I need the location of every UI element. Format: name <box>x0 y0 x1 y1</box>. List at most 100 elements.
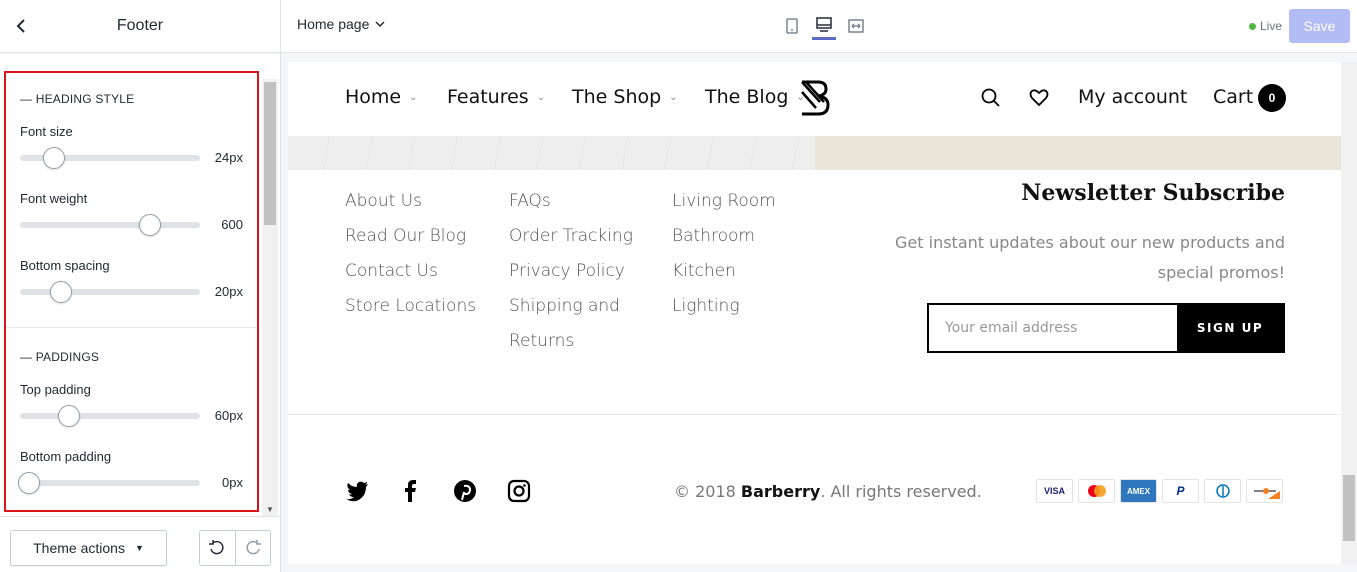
paddings-title: — PADDINGS <box>20 350 100 364</box>
nav-features[interactable]: Features ⌄ <box>447 86 545 108</box>
save-button[interactable]: Save <box>1289 9 1350 43</box>
chevron-down-icon: ⌄ <box>409 91 418 103</box>
desktop-view-button[interactable] <box>812 12 836 40</box>
footer-link[interactable]: About Us <box>345 184 476 219</box>
slider-thumb[interactable] <box>18 472 40 494</box>
paypal-icon: P <box>1162 479 1199 503</box>
brand-name: Barberry <box>740 482 821 501</box>
store-preview: Home ⌄ Features ⌄ The Shop ⌄ The Blog ⌄ My a… <box>288 62 1341 564</box>
discover-icon <box>1246 479 1283 503</box>
heading-style-title: — HEADING STYLE <box>20 92 135 106</box>
footer-link[interactable]: Contact Us <box>345 254 476 289</box>
font-weight-value: 600 <box>221 217 243 232</box>
redo-button[interactable] <box>234 531 271 565</box>
cart-link[interactable]: Cart <box>1213 86 1253 108</box>
footer-links-help: FAQs Order Tracking Privacy Policy Shipp… <box>509 184 633 359</box>
font-size-value: 24px <box>214 150 243 165</box>
desktop-icon <box>816 16 832 32</box>
font-weight-label: Font weight <box>20 191 88 206</box>
nav-home[interactable]: Home ⌄ <box>345 86 418 108</box>
social-links <box>345 479 531 503</box>
footer-link[interactable]: Shipping and <box>509 289 633 324</box>
footer-link[interactable]: FAQs <box>509 184 633 219</box>
facebook-icon[interactable] <box>399 479 423 503</box>
mobile-icon <box>786 18 798 34</box>
footer-link[interactable]: Returns <box>509 324 633 359</box>
bottom-spacing-value: 20px <box>214 284 243 299</box>
top-padding-value: 60px <box>214 408 243 423</box>
nav-the-shop-label: The Shop <box>572 86 662 108</box>
footer-link[interactable]: Store Locations <box>345 289 476 324</box>
amex-icon: AMEX <box>1120 479 1157 503</box>
bottom-padding-slider[interactable] <box>18 472 200 494</box>
footer-link[interactable]: Kitchen <box>672 254 776 289</box>
top-bar: Footer Home page Live Save <box>0 0 1357 53</box>
font-size-slider[interactable] <box>20 147 200 169</box>
theme-actions-button[interactable]: Theme actions ▼ <box>10 530 167 566</box>
mobile-view-button[interactable] <box>780 12 804 40</box>
slider-thumb[interactable] <box>50 281 73 303</box>
top-padding-label: Top padding <box>20 382 91 397</box>
banner-image-left <box>288 136 815 170</box>
sidebar-footer: Theme actions ▼ <box>0 516 280 572</box>
nav-the-shop[interactable]: The Shop ⌄ <box>572 86 678 108</box>
theme-actions-label: Theme actions <box>33 540 125 556</box>
live-dot-icon <box>1249 22 1256 30</box>
font-weight-slider[interactable] <box>20 214 200 236</box>
email-input[interactable] <box>929 305 1177 351</box>
top-padding-slider[interactable] <box>20 405 200 427</box>
expand-icon <box>848 19 864 33</box>
sign-up-button[interactable]: SIGN UP <box>1177 305 1283 351</box>
scroll-down-icon[interactable]: ▼ <box>264 504 276 516</box>
newsletter-form: SIGN UP <box>927 303 1285 353</box>
sidebar: — HEADING STYLE Font size 24px Font weig… <box>0 54 280 572</box>
undo-button[interactable] <box>200 531 235 565</box>
banner-image-right <box>815 136 1341 170</box>
cart-count-badge[interactable]: 0 <box>1258 84 1286 112</box>
footer-link[interactable]: Bathroom <box>672 219 776 254</box>
my-account-link[interactable]: My account <box>1078 86 1187 108</box>
nav-the-blog[interactable]: The Blog ⌄ <box>705 86 805 108</box>
sidebar-scroll-thumb[interactable] <box>264 82 276 225</box>
page-selector[interactable]: Home page <box>297 16 385 32</box>
page-selector-label: Home page <box>297 16 370 32</box>
caret-down-icon: ▼ <box>134 543 144 553</box>
copyright-prefix: © 2018 <box>674 482 741 501</box>
font-size-label: Font size <box>20 124 73 139</box>
undo-redo-group <box>199 530 271 566</box>
footer-divider <box>288 414 1341 415</box>
copyright-suffix: . All rights reserved. <box>820 482 982 501</box>
fullscreen-view-button[interactable] <box>844 12 868 40</box>
slider-thumb[interactable] <box>57 405 80 427</box>
live-label: Live <box>1260 19 1283 33</box>
pinterest-icon[interactable] <box>453 479 477 503</box>
store-nav: Home ⌄ Features ⌄ The Shop ⌄ The Blog ⌄ My a… <box>288 62 1341 136</box>
footer-link[interactable]: Living Room <box>672 184 776 219</box>
footer-link[interactable]: Order Tracking <box>509 219 633 254</box>
footer-link[interactable]: Read Our Blog <box>345 219 476 254</box>
nav-home-label: Home <box>345 86 402 108</box>
slider-thumb[interactable] <box>138 214 161 236</box>
bottom-spacing-slider[interactable] <box>20 281 200 303</box>
slider-thumb[interactable] <box>43 147 66 169</box>
footer-links-company: About Us Read Our Blog Contact Us Store … <box>345 184 476 324</box>
chevron-down-icon: ⌄ <box>536 91 546 103</box>
footer-link[interactable]: Privacy Policy <box>509 254 633 289</box>
heart-icon[interactable] <box>1029 88 1049 108</box>
preview-scroll-thumb[interactable] <box>1343 475 1355 541</box>
barberry-logo-icon[interactable] <box>796 78 832 118</box>
copyright-text: © 2018 Barberry. All rights reserved. <box>674 482 982 501</box>
footer-settings-panel: — HEADING STYLE Font size 24px Font weig… <box>4 71 259 512</box>
panel-title: Footer <box>116 17 164 34</box>
chevron-down-icon: ⌄ <box>669 91 678 103</box>
footer-link[interactable]: Lighting <box>672 289 776 324</box>
chevron-down-icon <box>375 20 385 27</box>
bottom-spacing-label: Bottom spacing <box>20 258 110 273</box>
redo-icon <box>246 540 261 555</box>
bottom-padding-label: Bottom padding <box>20 449 112 464</box>
payment-methods: VISA AMEX P <box>1036 479 1283 503</box>
view-mode-switcher <box>780 12 868 40</box>
twitter-icon[interactable] <box>345 479 369 503</box>
search-icon[interactable] <box>981 88 1001 108</box>
instagram-icon[interactable] <box>507 479 531 503</box>
